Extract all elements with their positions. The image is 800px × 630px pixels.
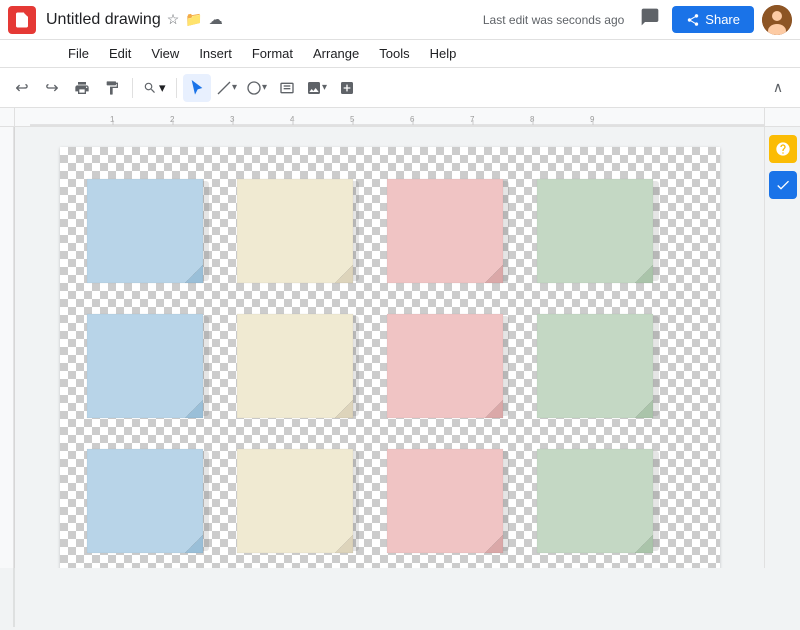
sticky-note [385, 312, 515, 422]
divider-1 [132, 78, 133, 98]
toolbar-collapse-button[interactable]: ∧ [764, 74, 792, 102]
select-button[interactable] [183, 74, 211, 102]
zoom-value: ▾ [159, 80, 166, 96]
main-area: groovyPost.com › [0, 127, 800, 568]
vertical-ruler [0, 127, 15, 568]
image-button[interactable]: ▾ [303, 74, 331, 102]
shape-button[interactable]: ▾ [243, 74, 271, 102]
zoom-button[interactable]: ▾ [139, 78, 170, 98]
sticky-note [385, 447, 515, 557]
sticky-note [85, 177, 215, 287]
menu-tools[interactable]: Tools [371, 44, 417, 63]
text-button[interactable] [273, 74, 301, 102]
sticky-note [235, 177, 365, 287]
check-button[interactable] [769, 171, 797, 199]
folder-icon[interactable]: 📁 [185, 11, 202, 28]
doc-title[interactable]: Untitled drawing [46, 11, 161, 29]
sticky-note [85, 447, 215, 557]
toolbar: ↩ ↪ ▾ ▾ ▾ [0, 68, 800, 108]
menu-view[interactable]: View [143, 44, 187, 63]
divider-2 [176, 78, 177, 98]
title-bar: Untitled drawing ☆ 📁 ☁ Last edit was sec… [0, 0, 800, 40]
canvas-area[interactable]: groovyPost.com › [15, 127, 764, 568]
sticky-note [385, 177, 515, 287]
menu-help[interactable]: Help [422, 44, 465, 63]
title-right: Last edit was seconds ago Share [483, 3, 792, 36]
star-icon[interactable]: ☆ [167, 11, 180, 28]
menu-format[interactable]: Format [244, 44, 301, 63]
insert-button[interactable] [333, 74, 361, 102]
sticky-note [535, 447, 665, 557]
sticky-notes-grid [60, 147, 720, 568]
sticky-note [535, 177, 665, 287]
share-button[interactable]: Share [672, 6, 754, 33]
paint-button[interactable] [98, 74, 126, 102]
redo-button[interactable]: ↪ [38, 74, 66, 102]
title-icons: ☆ 📁 ☁ [167, 11, 223, 28]
cloud-icon[interactable]: ☁ [209, 11, 223, 28]
last-edit-text: Last edit was seconds ago [483, 13, 624, 27]
sticky-note [235, 312, 365, 422]
share-label: Share [705, 12, 740, 27]
undo-button[interactable]: ↩ [8, 74, 36, 102]
menu-bar: File Edit View Insert Format Arrange Too… [0, 40, 800, 68]
sticky-note [235, 447, 365, 557]
print-button[interactable] [68, 74, 96, 102]
menu-file[interactable]: File [60, 44, 97, 63]
ruler-area: 1 2 3 4 5 6 7 8 9 [0, 108, 800, 127]
drawing-canvas[interactable]: groovyPost.com › [60, 147, 720, 568]
comment-button[interactable] [636, 3, 664, 36]
menu-insert[interactable]: Insert [191, 44, 240, 63]
ruler: 1 2 3 4 5 6 7 8 9 [30, 108, 764, 126]
line-button[interactable]: ▾ [213, 74, 241, 102]
app-logo [8, 6, 36, 34]
sticky-note [85, 312, 215, 422]
avatar[interactable] [762, 5, 792, 35]
menu-edit[interactable]: Edit [101, 44, 139, 63]
sticky-note [535, 312, 665, 422]
menu-arrange[interactable]: Arrange [305, 44, 367, 63]
right-sidebar [764, 127, 800, 568]
explore-button[interactable] [769, 135, 797, 163]
